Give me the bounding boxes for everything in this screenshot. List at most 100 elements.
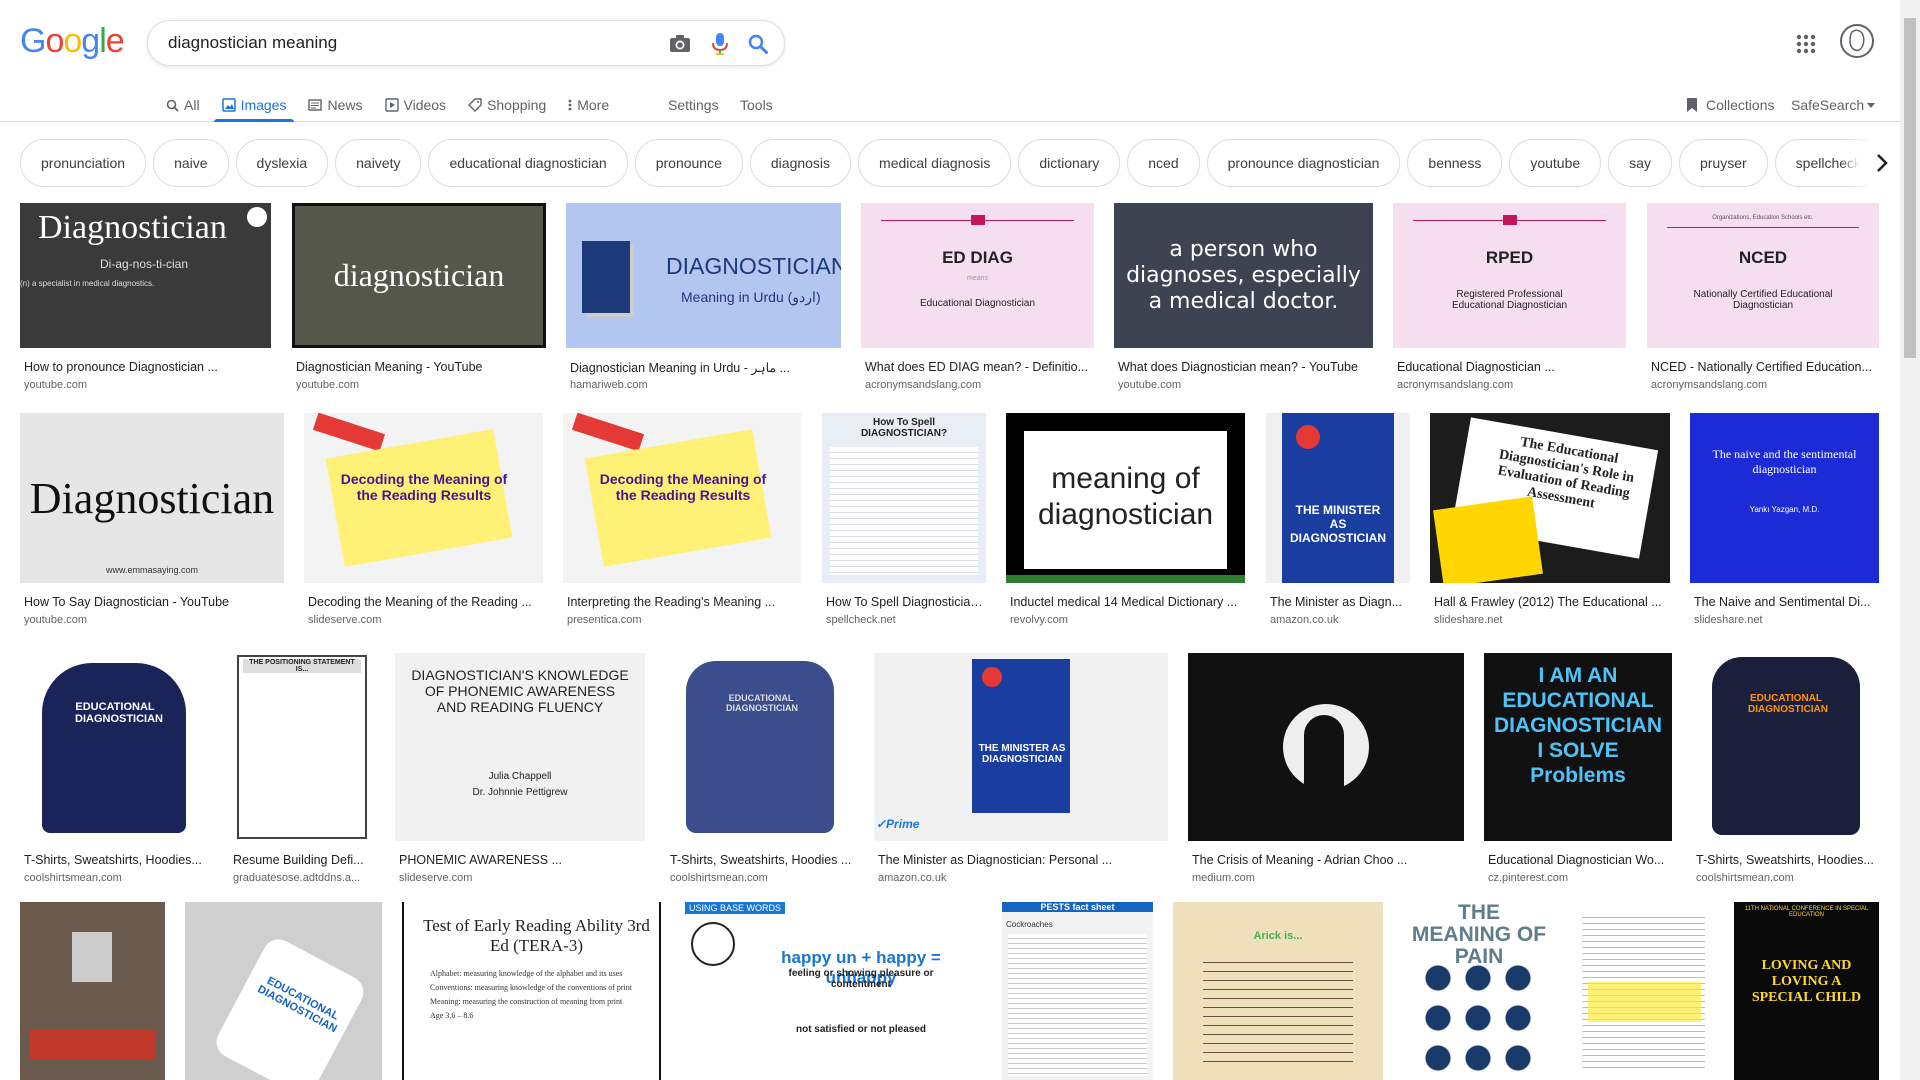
result-title[interactable]: T-Shirts, Sweatshirts, Hoodies... (1696, 853, 1877, 867)
result-title[interactable]: How To Spell Diagnostician... (826, 595, 984, 609)
image-result[interactable] (20, 902, 165, 1080)
image-result[interactable]: Organizations, Education Schools etc. NCE… (1647, 203, 1879, 396)
result-title[interactable]: What does Diagnostician mean? - YouTube (1118, 360, 1371, 374)
image-result[interactable]: The Educational Diagnostician's Role in … (1430, 413, 1670, 631)
result-title[interactable]: Diagnostician Meaning in Urdu - ماہر ... (570, 360, 839, 375)
result-title[interactable]: The Minister as Diagn... (1270, 595, 1408, 609)
image-result[interactable]: THE POSITIONING STATEMENT IS... Resume Bu… (229, 653, 375, 889)
result-thumbnail[interactable]: THE MEANING OF PAIN (1408, 902, 1550, 1080)
image-result[interactable]: EDUCATIONAL DIAGNOSTICIAN T-Shirts, Sweat… (666, 653, 854, 889)
result-thumbnail[interactable]: EDUCATIONAL DIAGNOSTICIAN (666, 653, 854, 841)
result-title[interactable]: The Naive and Sentimental Di... (1694, 595, 1877, 609)
thumb-text: The naive and the sentimental diagnostic… (1712, 447, 1857, 476)
result-thumbnail[interactable]: EDUCATIONAL DIAGNOSTICIAN (20, 653, 208, 841)
result-thumbnail[interactable]: The naive and the sentimental diagnostic… (1690, 413, 1879, 583)
thumb-caption: Yankı Yazgan, M.D. (1749, 505, 1820, 514)
scan-bed (30, 1030, 155, 1060)
result-thumbnail[interactable]: THE POSITIONING STATEMENT IS... (229, 653, 375, 841)
thumb-text: I AM AN EDUCATIONAL DIAGNOSTICIAN I SOLV… (1494, 664, 1662, 787)
result-thumbnail[interactable]: LOVING AND LOVING A SPECIAL CHILD 11TH NA… (1734, 902, 1879, 1080)
result-title[interactable]: NCED - Nationally Certified Education... (1651, 360, 1877, 374)
result-thumbnail[interactable]: Test of Early Reading Ability 3rd Ed (TE… (402, 902, 661, 1080)
result-title[interactable]: What does ED DIAG mean? - Definitio... (865, 360, 1092, 374)
result-thumbnail[interactable]: THE MINISTER AS DIAGNOSTICIAN ✓Prime (874, 653, 1168, 841)
image-result[interactable]: RPED Registered Professional Educational … (1393, 203, 1626, 396)
page-scrollbar[interactable] (1900, 0, 1920, 1080)
result-thumbnail[interactable]: RPED Registered Professional Educational … (1393, 203, 1626, 348)
result-thumbnail[interactable]: The Educational Diagnostician's Role in … (1430, 413, 1670, 583)
image-result[interactable]: EDUCATIONAL DIAGNOSTICIAN T-Shirts, Sweat… (20, 653, 208, 889)
image-result[interactable]: Diagnostician www.emmasaying.com How To Sa… (20, 413, 284, 631)
result-thumbnail[interactable]: ED DIAG means Educational Diagnostician (861, 203, 1094, 348)
result-title[interactable]: Educational Diagnostician ... (1397, 360, 1624, 374)
result-thumbnail[interactable]: Decoding the Meaning of the Reading Resu… (304, 413, 543, 583)
result-thumbnail[interactable]: EDUCATIONAL DIAGNOSTICIAN (185, 902, 382, 1080)
list-item: Conventions: measuring knowledge of the … (430, 983, 632, 992)
result-thumbnail[interactable]: meaning of diagnostician (1006, 413, 1245, 583)
result-title[interactable]: Diagnostician Meaning - YouTube (296, 360, 544, 374)
scrollbar-thumb[interactable] (1904, 18, 1916, 358)
image-result[interactable]: The naive and the sentimental diagnostic… (1690, 413, 1879, 631)
result-thumbnail[interactable]: Decoding the Meaning of the Reading Resu… (563, 413, 801, 583)
image-result[interactable]: EDUCATIONAL DIAGNOSTICIAN (185, 902, 382, 1080)
image-result[interactable]: Arick is... (1173, 902, 1383, 1080)
image-result[interactable]: THE MEANING OF PAIN (1408, 902, 1550, 1080)
image-result[interactable]: Decoding the Meaning of the Reading Resu… (563, 413, 801, 631)
result-thumbnail[interactable]: a person who diagnoses, especially a med… (1114, 203, 1373, 348)
image-result[interactable]: I AM AN EDUCATIONAL DIAGNOSTICIAN I SOLV… (1484, 653, 1672, 889)
result-thumbnail[interactable]: Organizations, Education Schools etc. NCE… (1647, 203, 1879, 348)
result-title[interactable]: Inductel medical 14 Medical Dictionary .… (1010, 595, 1243, 609)
result-thumbnail[interactable]: USING BASE WORDS happy un + happy = unhap… (681, 902, 982, 1080)
result-title[interactable]: The Crisis of Meaning - Adrian Choo ... (1192, 853, 1462, 867)
thumb-text: meaning of diagnostician (1037, 462, 1214, 531)
result-source: slideserve.com (399, 872, 473, 884)
image-result[interactable]: LOVING AND LOVING A SPECIAL CHILD 11TH NA… (1734, 902, 1879, 1080)
image-result[interactable]: Test of Early Reading Ability 3rd Ed (TE… (402, 902, 661, 1080)
result-thumbnail[interactable]: Arick is... (1173, 902, 1383, 1080)
image-result[interactable]: THE MINISTER AS DIAGNOSTICIAN ✓Prime The M… (874, 653, 1168, 889)
result-thumbnail[interactable]: THE MINISTER AS DIAGNOSTICIAN (1266, 413, 1410, 583)
result-title[interactable]: Hall & Frawley (2012) The Educational ..… (1434, 595, 1668, 609)
image-result[interactable]: The Crisis of Meaning - Adrian Choo ... m… (1188, 653, 1464, 889)
result-title[interactable]: How to pronounce Diagnostician ... (24, 360, 269, 374)
result-source: coolshirtsmean.com (1696, 872, 1794, 884)
image-result[interactable]: a person who diagnoses, especially a med… (1114, 203, 1373, 396)
image-result[interactable]: Diagnostician Di-ag-nos-ti-cian (n) a spec… (20, 203, 271, 396)
result-title[interactable]: Resume Building Defi... (233, 853, 373, 867)
image-result[interactable] (1570, 902, 1717, 1080)
result-thumbnail[interactable]: diagnostician (292, 203, 546, 348)
result-title[interactable]: Educational Diagnostician Wo... (1488, 853, 1670, 867)
result-thumbnail[interactable]: DIAGNOSTICIAN Meaning in Urdu (اردو) (566, 203, 841, 348)
result-thumbnail[interactable]: EDUCATIONAL DIAGNOSTICIAN (1692, 653, 1879, 841)
result-title[interactable]: Decoding the Meaning of the Reading ... (308, 595, 541, 609)
result-thumbnail[interactable]: PESTS fact sheet Cockroaches (1002, 902, 1153, 1080)
result-thumbnail[interactable] (20, 902, 165, 1080)
result-thumbnail[interactable]: I AM AN EDUCATIONAL DIAGNOSTICIAN I SOLV… (1484, 653, 1672, 841)
image-result[interactable]: Decoding the Meaning of the Reading Resu… (304, 413, 543, 631)
image-result[interactable]: meaning of diagnostician Inductel medical… (1006, 413, 1245, 631)
result-title[interactable]: How To Say Diagnostician - YouTube (24, 595, 282, 609)
image-result[interactable]: diagnostician Diagnostician Meaning - You… (292, 203, 546, 396)
result-thumbnail[interactable]: Diagnostician www.emmasaying.com (20, 413, 284, 583)
image-result[interactable]: DIAGNOSTICIAN Meaning in Urdu (اردو) Diagn… (566, 203, 841, 396)
image-result[interactable]: THE MINISTER AS DIAGNOSTICIAN The Ministe… (1266, 413, 1410, 631)
result-thumbnail[interactable] (1570, 902, 1717, 1080)
result-title[interactable]: T-Shirts, Sweatshirts, Hoodies... (24, 853, 206, 867)
result-title[interactable]: The Minister as Diagnostician: Personal … (878, 853, 1166, 867)
result-thumbnail[interactable]: DIAGNOSTICIAN'S KNOWLEDGE OF PHONEMIC AW… (395, 653, 645, 841)
result-title[interactable]: T-Shirts, Sweatshirts, Hoodies ... (670, 853, 852, 867)
image-result[interactable]: EDUCATIONAL DIAGNOSTICIAN T-Shirts, Sweat… (1692, 653, 1879, 889)
image-result[interactable]: How To Spell DIAGNOSTICIAN? How To Spell … (822, 413, 986, 631)
result-title[interactable]: Interpreting the Reading's Meaning ... (567, 595, 799, 609)
result-thumbnail[interactable]: How To Spell DIAGNOSTICIAN? (822, 413, 986, 583)
image-result[interactable]: ED DIAG means Educational Diagnostician Wha… (861, 203, 1094, 396)
thumb-text: EDUCATIONAL DIAGNOSTICIAN (75, 701, 163, 725)
list-item: Alphabet: measuring knowledge of the alp… (430, 969, 623, 978)
result-thumbnail[interactable] (1188, 653, 1464, 841)
image-result[interactable]: DIAGNOSTICIAN'S KNOWLEDGE OF PHONEMIC AW… (395, 653, 645, 889)
result-thumbnail[interactable]: Diagnostician Di-ag-nos-ti-cian (n) a spec… (20, 203, 271, 348)
result-title[interactable]: PHONEMIC AWARENESS ... (399, 853, 643, 867)
thumb-caption: (n) a specialist in medical diagnostics. (20, 279, 155, 288)
image-result[interactable]: USING BASE WORDS happy un + happy = unhap… (681, 902, 982, 1080)
image-result[interactable]: PESTS fact sheet Cockroaches (1002, 902, 1153, 1080)
